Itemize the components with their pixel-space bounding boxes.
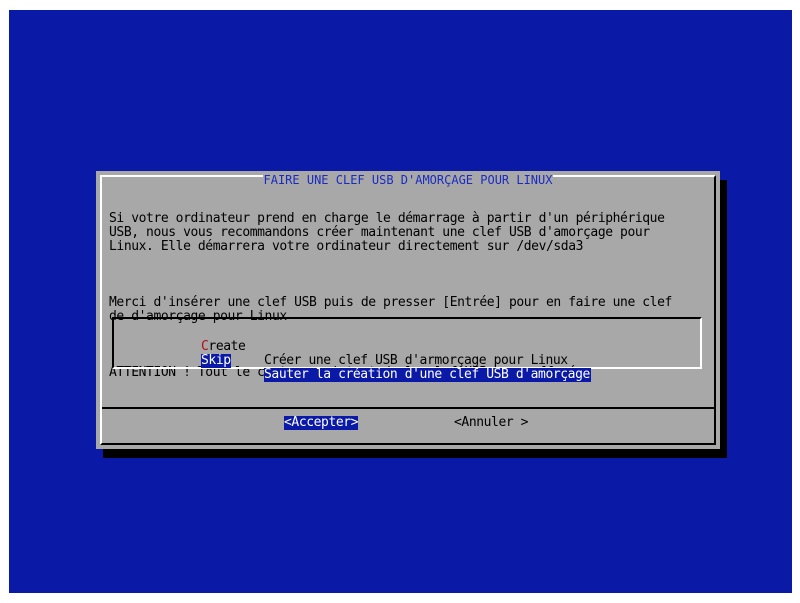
menu-list: Create Créer une clef USB d'armorçage po… <box>112 317 702 382</box>
menu-tag-rest: kip <box>208 353 231 368</box>
paragraph-intro: Si votre ordinateur prend en charge le d… <box>109 211 665 254</box>
cancel-button[interactable]: <Annuler > <box>454 416 528 430</box>
menu-item-create[interactable]: Create Créer une clef USB d'armorçage po… <box>114 326 700 368</box>
accept-button[interactable]: <Accepter> <box>284 416 358 430</box>
button-separator <box>102 407 714 409</box>
menu-item-skip[interactable]: Skip Sauter la création d'une clef USB d… <box>114 340 700 382</box>
menu-item-create-description[interactable]: Créer une clef USB d'armorçage pour Linu… <box>264 354 568 368</box>
usb-boot-dialog: FAIRE UNE CLEF USB D'AMORÇAGE POUR LINUX… <box>96 171 720 449</box>
menu-item-skip-tag[interactable]: Skip <box>201 354 231 368</box>
menu-item-skip-description[interactable]: Sauter la création d'une clef USB d'amor… <box>264 368 591 382</box>
